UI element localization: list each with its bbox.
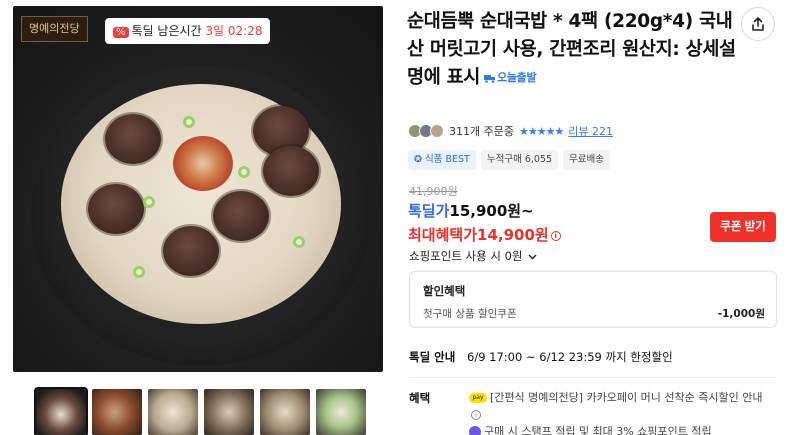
thumbnail-3[interactable] [148,389,198,435]
sundae-piece [263,146,319,196]
divider [409,377,777,378]
thumbnail-5[interactable] [260,389,310,435]
max-benefit-value: 14,900원 [477,226,549,244]
max-benefit-label: 최대혜택가 [408,226,478,244]
scallion [143,196,155,208]
main-product-image[interactable]: 명예의전당 % 톡딜 남은시간 3일 02:28 [13,6,383,372]
tag-best: ✪ 식품 BEST [408,150,476,170]
thumbnail-strip [34,387,366,435]
timer-prefix: 톡딜 남은시간 [131,24,202,38]
share-icon [752,17,764,31]
product-title-text: 순대듬뿍 순대국밥 * 4팩 (220g*4) 국내산 머릿고기 사용, 간편조… [407,11,736,88]
brand-badge: 명예의전당 [21,16,88,42]
thumbnail-4[interactable] [204,389,254,435]
scallion [183,116,195,128]
tag-free-shipping: 무료배송 [563,150,610,170]
percent-icon: % [113,27,129,38]
discount-row: 첫구매 상품 할인쿠폰 -1,000원 [423,306,765,321]
order-count: 311개 주문중 [449,125,514,138]
benefit-label: 혜택 [409,391,431,405]
thumbnail-1[interactable] [34,387,88,435]
delivery-badge-label: 오늘출발 [497,71,537,84]
truck-icon [484,74,496,83]
tag-cumulative: 누적구매 6,055 [480,150,559,170]
share-button[interactable] [741,7,775,41]
star-icon: ★★★★★ [518,124,564,138]
info-icon[interactable]: i [550,230,561,241]
discount-amount: -1,000원 [717,308,765,320]
point-text: 쇼핑포인트 사용 시 0원 [409,249,523,263]
rating-row: 311개 주문중 ★★★★★ 리뷰 221 [408,123,613,139]
thumbnail-6[interactable] [316,389,366,435]
benefit-text[interactable]: pay [간편식 명예의전당] 카카오페이 머니 선착순 즉시할인 안내 i 구매 … [469,389,769,435]
thumbnail-2[interactable] [92,389,142,435]
max-benefit-row: 최대혜택가14,900원 i [408,224,561,245]
scallion [293,236,305,248]
kakaopay-icon: pay [469,393,487,403]
scallion [133,266,145,278]
timer-badge: % 톡딜 남은시간 3일 02:28 [105,18,271,44]
kakaopay-benefit: [간편식 명예의전당] 카카오페이 머니 선착순 즉시할인 안내 [490,391,763,404]
coupon-button[interactable]: 쿠폰 받기 [710,212,776,242]
discount-item: 첫구매 상품 할인쿠폰 [423,308,517,320]
deal-info-value: 6/9 17:00 ~ 6/12 23:59 까지 한정할인 [467,350,673,364]
sundae-piece [213,191,269,241]
deal-info-label: 톡딜 안내 [409,350,456,364]
stamp-benefit: 구매 시 스탬프 적립 및 최대 3% 쇼핑포인트 적립 [484,425,712,435]
tag-row: ✪ 식품 BEST 누적구매 6,055 무료배송 [408,150,610,170]
scallion [238,166,250,178]
discount-header: 할인혜택 [423,284,466,298]
deal-price-label: 톡딜가 [408,202,450,220]
review-link[interactable]: 리뷰 221 [568,123,613,139]
original-price: 41,900원 [409,185,458,198]
deal-price-value: 15,900원~ [449,202,534,220]
point-row[interactable]: 쇼핑포인트 사용 시 0원 [409,248,537,264]
chevron-down-icon [528,254,537,259]
timer-value: 3일 02:28 [205,24,263,38]
product-title: 순대듬뿍 순대국밥 * 4팩 (220g*4) 국내산 머릿고기 사용, 간편조… [407,8,737,92]
sundae-piece [163,226,219,276]
info-icon[interactable]: i [471,410,481,420]
discount-box: 할인혜택 첫구매 상품 할인쿠폰 -1,000원 [409,271,777,328]
buyer-avatars [408,124,444,138]
avatar [430,124,444,138]
delivery-badge: 오늘출발 [484,64,537,92]
deal-info-row: 톡딜 안내 6/9 17:00 ~ 6/12 23:59 까지 한정할인 [409,349,673,365]
sundae-piece [105,114,161,164]
sundae-piece [88,184,144,234]
garnish-illustration [173,136,233,191]
stamp-icon [469,426,481,435]
tag-best-label: 식품 BEST [424,154,470,165]
deal-price-row: 톡딜가15,900원~ [408,200,534,221]
